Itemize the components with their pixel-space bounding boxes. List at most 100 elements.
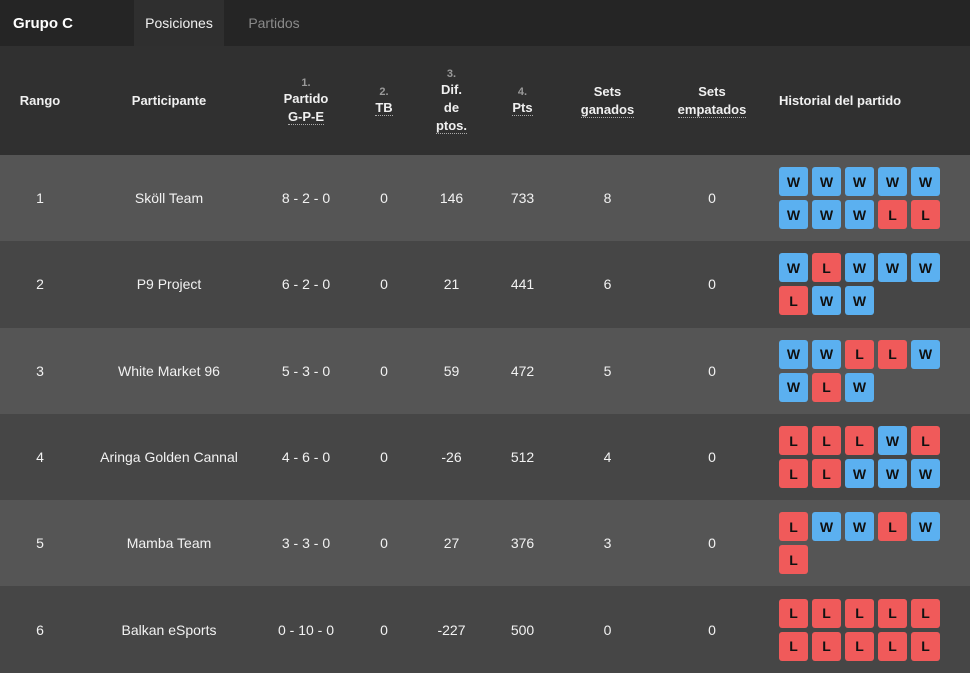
history-badges: WWWWWWWWLL	[779, 167, 949, 230]
col-diff-line3: ptos.	[435, 117, 468, 134]
col-sets-won[interactable]: Sets ganados	[556, 46, 659, 155]
sets-won: 0	[603, 621, 612, 638]
win-badge[interactable]: W	[878, 426, 907, 456]
win-badge[interactable]: W	[779, 339, 808, 369]
win-badge[interactable]: W	[812, 167, 841, 197]
col-diff-line2: de	[443, 99, 460, 115]
table-row[interactable]: 1 Sköll Team 8 - 2 - 0 0 146 733 8 0 W W W W W W W W L L	[0, 155, 970, 242]
loss-badge[interactable]: L	[911, 200, 940, 230]
win-badge[interactable]: W	[911, 339, 940, 369]
points: 472	[510, 362, 535, 379]
match-history: WLWWWLWW	[765, 241, 970, 327]
win-badge[interactable]: W	[779, 167, 808, 197]
loss-badge[interactable]: L	[779, 545, 808, 575]
sets-tied: 0	[708, 362, 716, 379]
participant-name[interactable]: Balkan eSports	[80, 586, 258, 672]
tb-value: 0	[380, 190, 388, 207]
loss-badge[interactable]: L	[779, 598, 808, 628]
win-badge[interactable]: W	[911, 459, 940, 489]
match-record: 6 - 2 - 0	[281, 276, 331, 293]
point-diff: -227	[437, 621, 466, 638]
loss-badge[interactable]: L	[812, 631, 841, 661]
points: 376	[510, 535, 535, 552]
win-badge[interactable]: W	[911, 512, 940, 542]
col-point-diff[interactable]: 3. Dif. de ptos.	[414, 46, 489, 155]
loss-badge[interactable]: L	[845, 598, 874, 628]
loss-badge[interactable]: L	[845, 631, 874, 661]
loss-badge[interactable]: L	[878, 200, 907, 230]
loss-badge[interactable]: L	[845, 339, 874, 369]
loss-badge[interactable]: L	[812, 426, 841, 456]
point-diff: 146	[439, 190, 464, 207]
loss-badge[interactable]: L	[779, 286, 808, 316]
match-record: 0 - 10 - 0	[277, 621, 335, 638]
win-badge[interactable]: W	[845, 512, 874, 542]
loss-badge[interactable]: L	[812, 253, 841, 283]
loss-badge[interactable]: L	[812, 598, 841, 628]
loss-badge[interactable]: L	[911, 598, 940, 628]
win-badge[interactable]: W	[911, 167, 940, 197]
points: 500	[510, 621, 535, 638]
loss-badge[interactable]: L	[812, 372, 841, 402]
col-match-num: 1.	[301, 76, 311, 89]
table-row[interactable]: 3 White Market 96 5 - 3 - 0 0 59 472 5 0 W W L L W W L…	[0, 327, 970, 414]
win-badge[interactable]: W	[779, 372, 808, 402]
loss-badge[interactable]: L	[878, 512, 907, 542]
col-match-line2: G-P-E	[287, 108, 325, 125]
loss-badge[interactable]: L	[845, 426, 874, 456]
win-badge[interactable]: W	[878, 253, 907, 283]
win-badge[interactable]: W	[845, 253, 874, 283]
table-row[interactable]: 5 Mamba Team 3 - 3 - 0 0 27 376 3 0 L W W L W L	[0, 500, 970, 587]
match-record: 3 - 3 - 0	[281, 535, 331, 552]
loss-badge[interactable]: L	[779, 459, 808, 489]
col-participant[interactable]: Participante	[80, 46, 258, 155]
loss-badge[interactable]: L	[779, 426, 808, 456]
loss-badge[interactable]: L	[878, 598, 907, 628]
win-badge[interactable]: W	[812, 512, 841, 542]
tab-posiciones[interactable]: Posiciones	[134, 0, 224, 46]
table-row[interactable]: 4 Aringa Golden Cannal 4 - 6 - 0 0 -26 512 4 0 L…	[0, 413, 970, 501]
col-sets-tied[interactable]: Sets empatados	[659, 46, 765, 155]
sets-won: 5	[603, 362, 612, 379]
win-badge[interactable]: W	[779, 200, 808, 230]
win-badge[interactable]: W	[845, 200, 874, 230]
col-sets-won-line1: Sets	[593, 83, 622, 99]
participant-name[interactable]: Mamba Team	[80, 500, 258, 586]
col-match-record[interactable]: 1. Partido G-P-E	[258, 46, 354, 155]
win-badge[interactable]: W	[845, 459, 874, 489]
participant-name[interactable]: P9 Project	[80, 241, 258, 327]
loss-badge[interactable]: L	[812, 459, 841, 489]
win-badge[interactable]: W	[878, 167, 907, 197]
win-badge[interactable]: W	[812, 339, 841, 369]
win-badge[interactable]: W	[845, 372, 874, 402]
sets-tied: 0	[708, 190, 716, 207]
col-pts[interactable]: 4. Pts	[489, 46, 556, 155]
loss-badge[interactable]: L	[779, 631, 808, 661]
loss-badge[interactable]: L	[878, 631, 907, 661]
table-row[interactable]: 6 Balkan eSports 0 - 10 - 0 0 -227 500 0 0 L L L L L…	[0, 586, 970, 673]
match-history: WWLLWWLW	[765, 328, 970, 414]
col-rank[interactable]: Rango	[0, 46, 80, 155]
win-badge[interactable]: W	[911, 253, 940, 283]
win-badge[interactable]: W	[812, 200, 841, 230]
loss-badge[interactable]: L	[911, 426, 940, 456]
win-badge[interactable]: W	[878, 459, 907, 489]
points: 512	[510, 449, 535, 466]
tab-partidos[interactable]: Partidos	[224, 0, 324, 46]
loss-badge[interactable]: L	[779, 512, 808, 542]
loss-badge[interactable]: L	[878, 339, 907, 369]
win-badge[interactable]: W	[845, 167, 874, 197]
table-row[interactable]: 2 P9 Project 6 - 2 - 0 0 21 441 6 0 W L W W W L W W	[0, 241, 970, 328]
win-badge[interactable]: W	[812, 286, 841, 316]
participant-name[interactable]: Aringa Golden Cannal	[80, 414, 258, 500]
rank-cell: 3	[36, 362, 44, 379]
participant-name[interactable]: White Market 96	[80, 328, 258, 414]
rank-cell: 2	[36, 276, 44, 293]
tb-value: 0	[380, 535, 388, 552]
loss-badge[interactable]: L	[911, 631, 940, 661]
win-badge[interactable]: W	[845, 286, 874, 316]
participant-name[interactable]: Sköll Team	[80, 155, 258, 241]
col-tb[interactable]: 2. TB	[354, 46, 414, 155]
win-badge[interactable]: W	[779, 253, 808, 283]
col-pts-num: 4.	[517, 85, 528, 98]
